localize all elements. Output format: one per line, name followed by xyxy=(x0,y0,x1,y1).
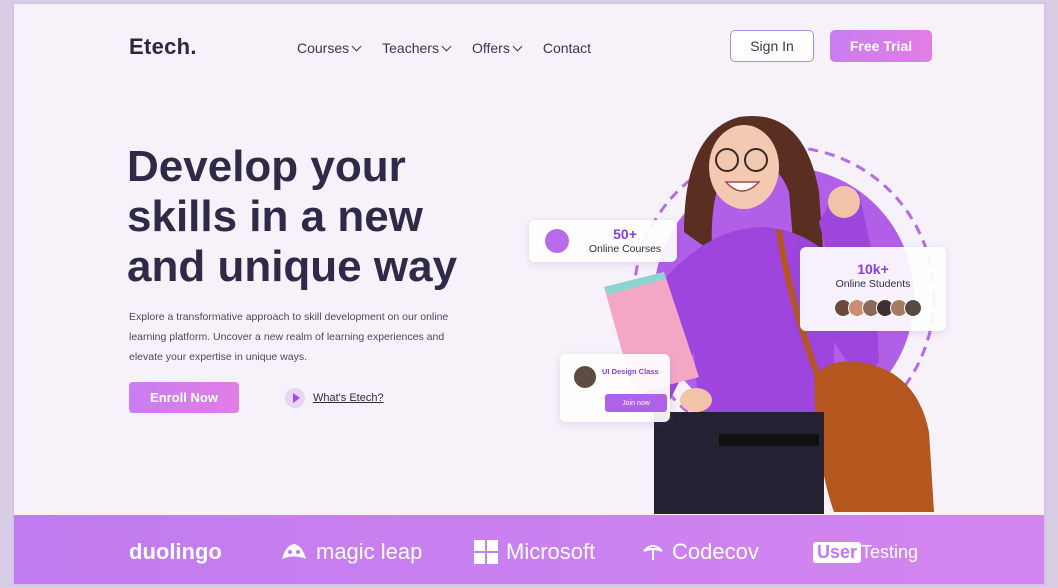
codecov-umbrella-icon xyxy=(643,545,663,560)
courses-label: Online Courses xyxy=(588,243,662,255)
courses-count: 50+ xyxy=(613,226,637,242)
courses-icon xyxy=(545,229,569,253)
brand-usertesting: User Testing xyxy=(813,542,918,563)
menu-label: Contact xyxy=(542,40,592,56)
enroll-now-button[interactable]: Enroll Now xyxy=(129,382,239,413)
chevron-down-icon xyxy=(512,41,523,51)
menu-item-contact[interactable]: Contact xyxy=(543,40,591,56)
fist xyxy=(828,186,860,218)
brand-label: Codecov xyxy=(672,539,759,564)
menu-label: Offers xyxy=(471,40,510,56)
belt xyxy=(719,434,819,446)
brand-duolingo: duolingo xyxy=(129,539,222,564)
brand-codecov: Codecov xyxy=(642,539,759,565)
headline-line: skills in a new xyxy=(127,192,423,241)
students-count: 10k+ xyxy=(857,261,889,277)
microsoft-logo-icon xyxy=(474,540,498,564)
menu-item-courses[interactable]: Courses xyxy=(297,40,362,56)
students-label: Online Students xyxy=(835,278,911,290)
headline-line: Develop your xyxy=(127,142,406,191)
brand-label: Microsoft xyxy=(506,539,596,564)
whats-etech-label: What's Etech? xyxy=(313,392,384,404)
online-courses-card: 50+ Online Courses xyxy=(529,220,677,262)
subtext-line: Explore a transformative approach to ski… xyxy=(129,311,449,323)
menu-label: Teachers xyxy=(382,40,439,56)
brand-microsoft: Microsoft xyxy=(474,539,595,565)
avatar xyxy=(574,366,596,388)
online-students-card: 10k+ Online Students xyxy=(800,247,946,331)
magic-leap-icon xyxy=(282,544,306,559)
hero-headline: Develop your skills in a new and unique … xyxy=(127,142,547,292)
headline-line: and unique way xyxy=(127,242,458,291)
class-title: UI Design Class xyxy=(602,367,659,376)
avatar xyxy=(904,299,922,317)
brand-bar: duolingo magic leap Microsoft Codecov Us… xyxy=(14,515,1044,584)
menu-item-teachers[interactable]: Teachers xyxy=(382,40,452,56)
free-trial-button[interactable]: Free Trial xyxy=(830,30,932,62)
page-frame: Etech. Courses Teachers Offers Contact S… xyxy=(12,2,1046,586)
main-menu: Courses Teachers Offers Contact xyxy=(297,40,591,56)
jeans xyxy=(654,412,824,514)
backpack xyxy=(814,361,934,512)
design-class-card: UI Design Class Join now xyxy=(560,354,670,422)
logo[interactable]: Etech. xyxy=(129,34,197,60)
chevron-down-icon xyxy=(351,41,362,51)
whats-etech-link[interactable]: What's Etech? xyxy=(285,388,384,408)
brand-label: magic leap xyxy=(316,539,423,564)
menu-item-offers[interactable]: Offers xyxy=(471,40,523,56)
hand xyxy=(680,388,712,412)
hero-subtext: Explore a transformative approach to ski… xyxy=(129,307,539,367)
subtext-line: learning platform. Uncover a new realm o… xyxy=(129,331,445,343)
play-icon xyxy=(285,388,305,408)
brand-label: User xyxy=(813,542,862,563)
subtext-line: elevate your expertise in unique ways. xyxy=(129,351,308,363)
brand-label: Testing xyxy=(861,542,919,562)
menu-label: Courses xyxy=(297,40,350,56)
top-nav: Etech. Courses Teachers Offers Contact S… xyxy=(14,4,1044,92)
join-now-button[interactable]: Join now xyxy=(605,394,667,412)
brand-magic-leap: magic leap xyxy=(280,539,422,565)
student-avatars xyxy=(834,299,922,317)
chevron-down-icon xyxy=(441,41,452,51)
sign-in-button[interactable]: Sign In xyxy=(730,30,814,62)
